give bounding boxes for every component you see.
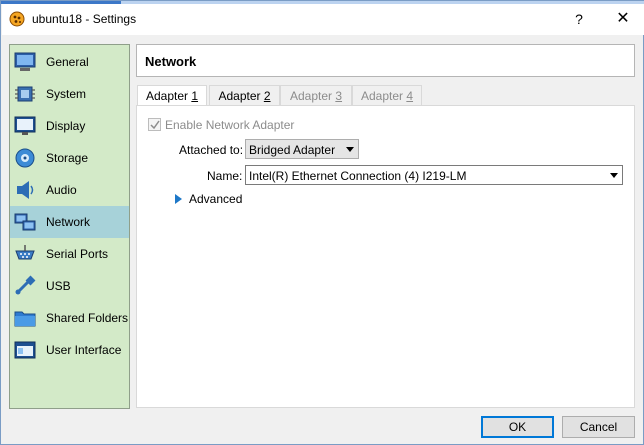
sidebar-item-system[interactable]: System xyxy=(10,78,129,110)
sidebar-item-label: Serial Ports xyxy=(46,247,109,261)
sidebar-item-display[interactable]: Display xyxy=(10,110,129,142)
name-label: Name: xyxy=(207,169,243,183)
sidebar-item-usb[interactable]: USB xyxy=(10,270,129,302)
sidebar-item-serial-ports[interactable]: Serial Ports xyxy=(10,238,129,270)
advanced-label: Advanced xyxy=(189,192,243,206)
tab-adapter-4[interactable]: Adapter 4 xyxy=(352,85,422,106)
tab-label: Adapter xyxy=(145,89,192,103)
tab-adapter-3[interactable]: Adapter 3 xyxy=(280,85,352,106)
tab-label: Adapter xyxy=(289,89,336,103)
sidebar-item-label: User Interface xyxy=(46,343,122,357)
network-icon xyxy=(14,213,36,231)
tab-adapter-2[interactable]: Adapter 2 xyxy=(209,85,280,106)
sidebar-item-label: System xyxy=(46,87,87,101)
adapter-name-select[interactable]: Intel(R) Ethernet Connection (4) I219-LM xyxy=(245,165,623,185)
close-button[interactable]: ✕ xyxy=(610,7,636,31)
tab-accel: 2 xyxy=(263,89,271,103)
window-title: ubuntu18 - Settings xyxy=(32,12,137,26)
attached-to-value: Bridged Adapter xyxy=(249,143,336,157)
check-icon xyxy=(150,120,160,130)
sidebar-item-user-interface[interactable]: User Interface xyxy=(10,334,129,366)
tab-label: Adapter xyxy=(218,89,264,103)
storage-icon xyxy=(15,148,35,168)
sidebar-item-general[interactable]: General xyxy=(10,46,129,78)
serial-ports-icon xyxy=(15,245,35,260)
attached-to-label: Attached to: xyxy=(179,143,244,157)
tab-adapter-1[interactable]: Adapter 1 xyxy=(137,85,207,107)
page-title: Network xyxy=(145,54,197,69)
attached-to-select[interactable]: Bridged Adapter xyxy=(245,139,359,159)
sidebar-item-shared-folders[interactable]: Shared Folders xyxy=(10,302,129,334)
tab-accel: 1 xyxy=(191,89,199,103)
chevron-down-icon xyxy=(346,147,354,152)
adapter-name-value: Intel(R) Ethernet Connection (4) I219-LM xyxy=(249,169,467,183)
sidebar-item-label: Network xyxy=(46,215,91,229)
settings-window: ubuntu18 - Settings ? ✕ General System D… xyxy=(0,0,644,445)
audio-icon xyxy=(17,181,34,199)
sidebar-item-network[interactable]: Network xyxy=(10,206,129,238)
expand-triangle-icon xyxy=(175,194,182,204)
section-header: Network xyxy=(136,44,635,77)
sidebar-item-label: General xyxy=(46,55,89,69)
tab-accel: 4 xyxy=(406,89,414,103)
ok-button[interactable]: OK xyxy=(481,416,554,438)
sidebar-item-label: USB xyxy=(46,279,71,293)
settings-sidebar: General System Display Storage Audio Net… xyxy=(9,44,130,409)
chevron-down-icon xyxy=(610,173,618,178)
enable-adapter-label: Enable Network Adapter xyxy=(165,118,295,132)
cancel-button[interactable]: Cancel xyxy=(562,416,635,438)
enable-adapter-checkbox[interactable] xyxy=(148,118,161,131)
user-interface-icon xyxy=(14,341,36,359)
display-icon xyxy=(14,116,36,135)
sidebar-item-label: Audio xyxy=(46,183,77,197)
sidebar-item-audio[interactable]: Audio xyxy=(10,174,129,206)
adapter-panel: Enable Network Adapter Attached to: Brid… xyxy=(136,105,635,408)
sidebar-item-label: Shared Folders xyxy=(46,311,129,325)
general-icon xyxy=(14,52,36,71)
shared-folders-icon xyxy=(14,311,36,327)
virtualbox-app-icon xyxy=(9,11,25,27)
tab-accel: 3 xyxy=(335,89,343,103)
sidebar-item-label: Storage xyxy=(46,151,89,165)
title-bar[interactable]: ubuntu18 - Settings ? ✕ xyxy=(2,4,644,35)
usb-icon xyxy=(15,275,36,295)
help-button[interactable]: ? xyxy=(568,7,590,31)
system-icon xyxy=(15,86,35,102)
sidebar-item-storage[interactable]: Storage xyxy=(10,142,129,174)
sidebar-item-label: Display xyxy=(46,119,86,133)
tab-label: Adapter xyxy=(360,89,407,103)
